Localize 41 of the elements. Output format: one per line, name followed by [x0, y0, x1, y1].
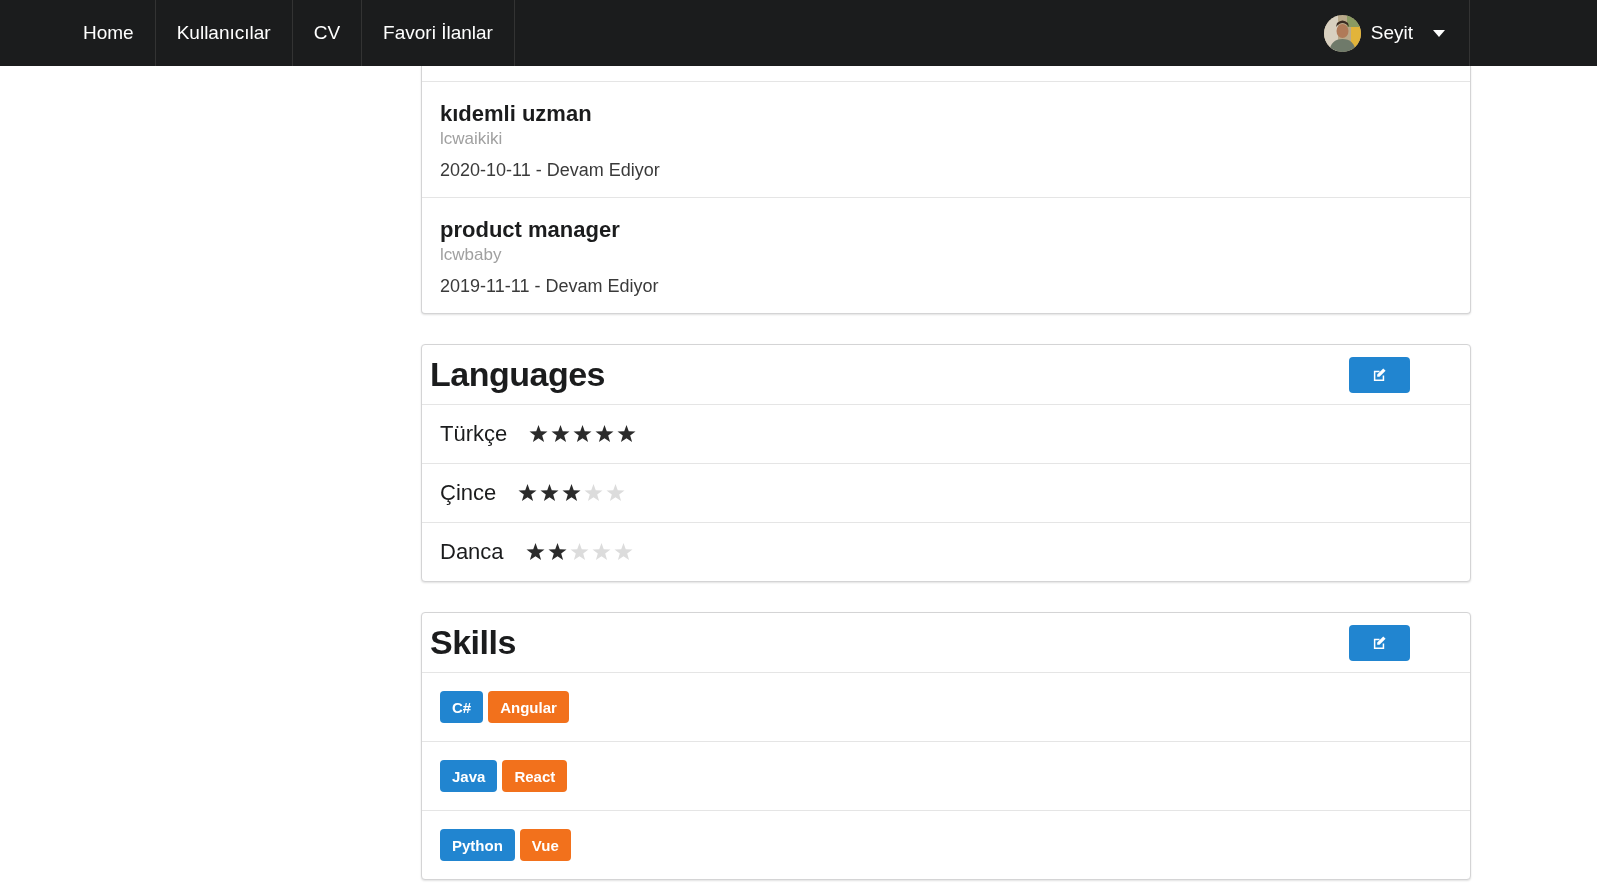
edit-button[interactable]: [1349, 356, 1410, 393]
nav-link[interactable]: CV: [292, 0, 363, 66]
job-title: product manager: [440, 216, 620, 244]
filled-star-icon: [547, 543, 567, 561]
empty-star-icon: [569, 543, 589, 561]
language-name: Danca: [440, 539, 504, 565]
filled-star-icon: [525, 543, 545, 561]
skill-tag: Python: [440, 829, 515, 861]
edit-icon: [1372, 367, 1387, 382]
empty-star-icon: [613, 543, 633, 561]
filled-star-icon: [551, 425, 571, 443]
skill-tag: Java: [440, 760, 498, 792]
skill-tag: Vue: [519, 829, 571, 861]
date-range: 2019-11-11 - Devam Ediyor: [440, 275, 659, 298]
nav-link[interactable]: Kullanıcılar: [155, 0, 293, 66]
company-name: lcwbaby: [440, 244, 502, 266]
filled-star-icon: [540, 484, 560, 502]
filled-star-icon: [518, 484, 538, 502]
filled-star-icon: [573, 425, 593, 443]
empty-star-icon: [591, 543, 611, 561]
empty-star-icon: [584, 484, 604, 502]
language-name: Türkçe: [440, 421, 508, 447]
company-name: lcwaikiki: [440, 128, 503, 150]
caret-icon: [1433, 29, 1445, 37]
date-range: 2020-10-11 - Devam Ediyor: [440, 159, 660, 182]
filled-star-icon: [617, 425, 637, 443]
card-title: Skills: [430, 623, 516, 662]
nav-link[interactable]: Home: [62, 0, 156, 66]
skill-tag: React: [502, 760, 568, 792]
edit-button[interactable]: [1349, 624, 1410, 661]
card-title: Languages: [430, 355, 605, 394]
user-name: Seyit: [1370, 22, 1413, 44]
empty-star-icon: [606, 484, 626, 502]
skill-tag: C#: [440, 691, 484, 723]
skill-tag: Angular: [488, 691, 569, 723]
job-title: kıdemli uzman: [440, 100, 592, 128]
filled-star-icon: [595, 425, 615, 443]
edit-icon: [1372, 635, 1387, 650]
filled-star-icon: [562, 484, 582, 502]
language-name: Çince: [440, 480, 497, 506]
filled-star-icon: [529, 425, 549, 443]
